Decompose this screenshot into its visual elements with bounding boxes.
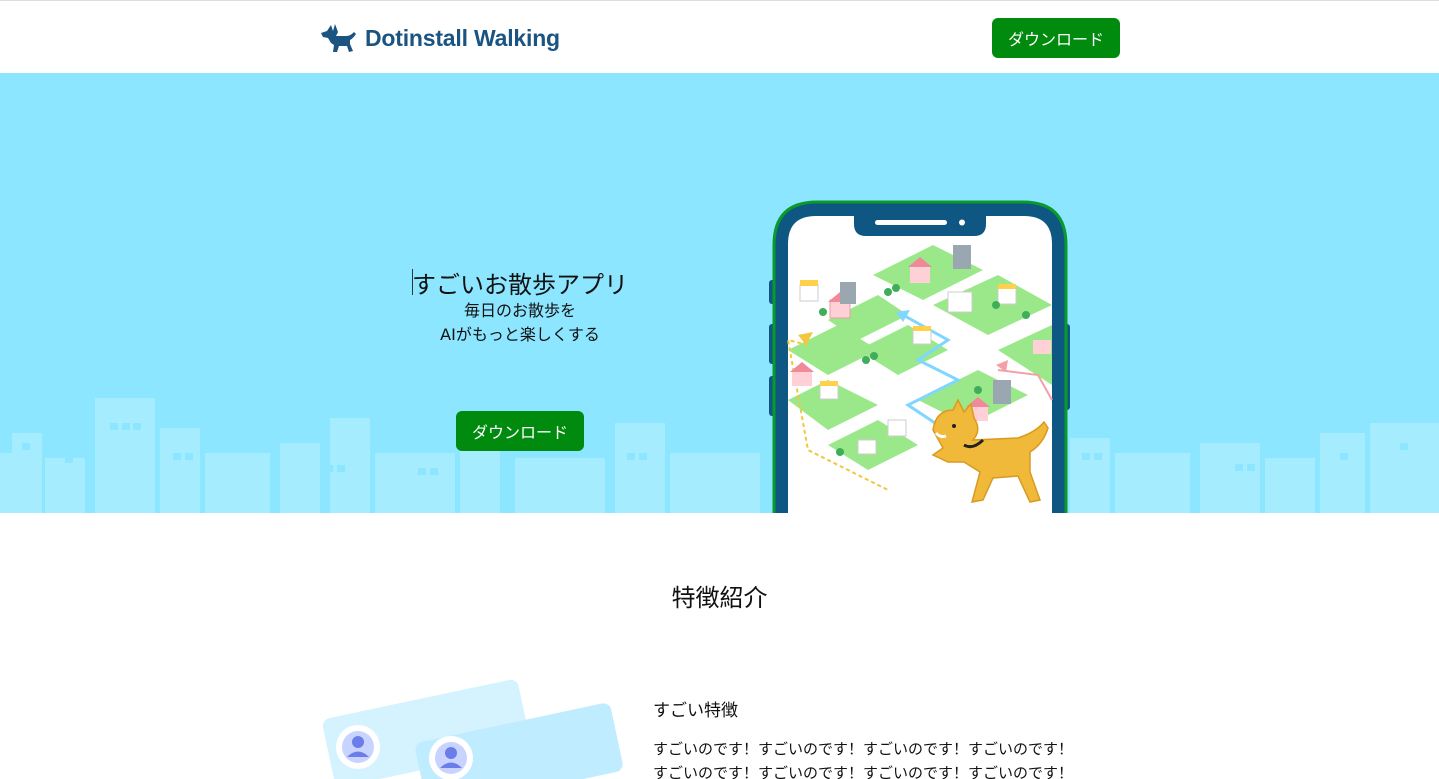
phone-illustration [769, 200, 1070, 513]
hero-title: すごいお散歩アプリ [412, 271, 628, 299]
features-title: 特徴紹介 [671, 584, 768, 612]
logo-text: Dotinstall Walking [365, 24, 560, 51]
site-header: Dotinstall Walking ダウンロード [0, 0, 1439, 73]
logo[interactable]: Dotinstall Walking [319, 20, 560, 56]
header-download-button[interactable]: ダウンロード [992, 18, 1120, 58]
feature-description-line: すごいのです！すごいのです！すごいのです！すごいのです！ [653, 740, 1074, 758]
feature-description: すごいのです！すごいのです！すごいのです！すごいのです！ すごいのです！すごいの… [653, 737, 1073, 779]
city-skyline [0, 398, 1439, 513]
hero-subtitle-line1: 毎日のお散歩を [463, 301, 576, 320]
hero-section: すごいお散歩アプリ 毎日のお散歩を AIがもっと楽しくする ダウンロード [0, 73, 1439, 513]
feature-heading: すごい特徴 [653, 701, 738, 721]
profile-cards-illustration [322, 679, 623, 779]
dog-icon [321, 24, 356, 52]
feature-description-line: すごいのです！すごいのです！すごいのです！すごいのです！ [653, 764, 1074, 779]
hero-download-button[interactable]: ダウンロード [456, 411, 584, 451]
hero-subtitle-line2: AIがもっと楽しくする [440, 325, 600, 344]
hero-subtitle: 毎日のお散歩を AIがもっと楽しくする [400, 299, 640, 347]
